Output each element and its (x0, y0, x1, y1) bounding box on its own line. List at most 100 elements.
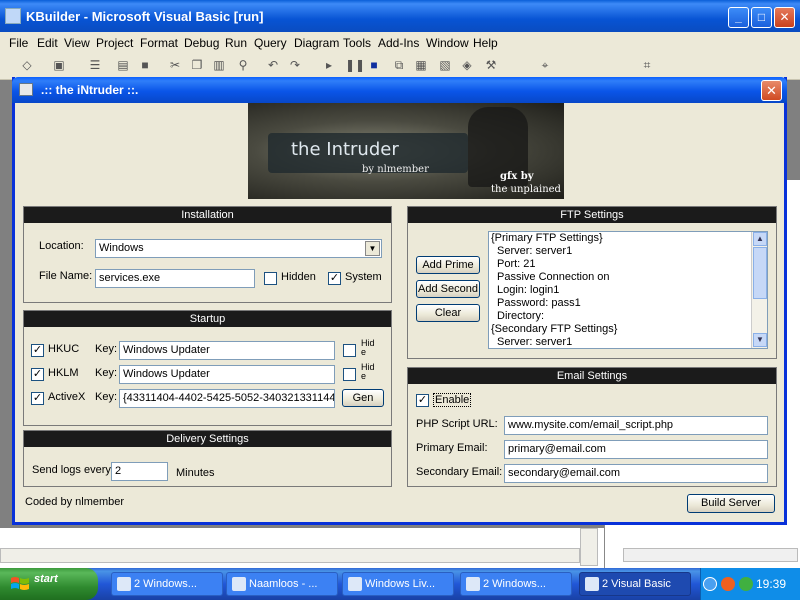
taskbar-item[interactable]: 2 Windows... (111, 572, 223, 596)
menu-window[interactable]: Window (426, 36, 469, 50)
menu-run[interactable]: Run (225, 36, 247, 50)
properties-icon[interactable]: ▦ (414, 58, 428, 72)
project-explorer-icon[interactable]: ⧉ (392, 58, 406, 72)
taskbar-item[interactable]: 2 Windows... (460, 572, 572, 596)
menu-tools[interactable]: Tools (343, 36, 371, 50)
hidden-checkbox[interactable] (264, 272, 277, 285)
ftp-list-scrollbar[interactable]: ▲ ▼ (751, 232, 767, 348)
minimize-icon[interactable]: _ (728, 7, 749, 28)
close-icon[interactable]: ✕ (761, 80, 782, 101)
toolbox-icon[interactable]: ⚒ (484, 58, 498, 72)
messenger-tray-icon[interactable] (739, 577, 753, 591)
undo-icon[interactable]: ↶ (266, 58, 280, 72)
activex-key-field[interactable]: {43311404-4402-5425-5052-340321331144 (119, 389, 335, 408)
scroll-up-icon[interactable]: ▲ (753, 232, 767, 246)
menu-editor-icon[interactable]: ☰ (88, 58, 102, 72)
tray-chevron-icon[interactable] (703, 577, 717, 591)
copy-icon[interactable]: ❐ (190, 58, 204, 72)
menu-format[interactable]: Format (140, 36, 178, 50)
startup-header: Startup (24, 311, 391, 327)
enable-email-checkbox[interactable]: ✓ (416, 394, 429, 407)
gen-button[interactable]: Gen (342, 389, 384, 407)
menu-file[interactable]: File (9, 36, 28, 50)
tray-app-icon[interactable] (721, 577, 735, 591)
open-icon[interactable]: ▤ (116, 58, 130, 72)
menu-view[interactable]: View (64, 36, 90, 50)
php-url-field[interactable]: www.mysite.com/email_script.php (504, 416, 768, 435)
delivery-panel: Delivery Settings Send logs every 2 Minu… (23, 430, 392, 487)
hklm-key-field[interactable]: Windows Updater (119, 365, 335, 384)
object-browser-icon[interactable]: ◈ (460, 58, 474, 72)
hkuc-key-field[interactable]: Windows Updater (119, 341, 335, 360)
maximize-icon[interactable]: □ (751, 7, 772, 28)
list-item: Server: server1 (497, 336, 573, 348)
installation-panel: Installation Location: Windows ▼ File Na… (23, 206, 392, 303)
list-item: {Secondary FTP Settings} (491, 323, 618, 335)
list-item: Server: server1 (497, 245, 573, 257)
redo-icon[interactable]: ↷ (288, 58, 302, 72)
system-label: System (345, 271, 382, 283)
location-combo[interactable]: Windows ▼ (95, 239, 382, 258)
secondary-email-field[interactable]: secondary@email.com (504, 464, 768, 483)
ide-title-bar[interactable]: KBuilder - Microsoft Visual Basic [run] … (0, 0, 800, 32)
ide-code-window-edge (0, 528, 604, 568)
php-url-value: www.mysite.com/email_script.php (508, 419, 674, 431)
code-vscrollbar[interactable] (580, 528, 598, 566)
send-interval-field[interactable]: 2 (111, 462, 168, 481)
build-server-button[interactable]: Build Server (687, 494, 775, 513)
add-project-icon[interactable]: ◇ (20, 58, 34, 72)
ftp-settings-list[interactable]: {Primary FTP Settings} Server: server1 P… (488, 231, 768, 349)
code-hscrollbar[interactable] (0, 548, 580, 563)
location-value: Windows (99, 242, 144, 254)
notepad-icon (232, 577, 246, 591)
hkuc-hide-checkbox[interactable] (343, 344, 356, 357)
form-layout-icon[interactable]: ▧ (438, 58, 452, 72)
find-icon[interactable]: ⚲ (236, 58, 250, 72)
scroll-down-icon[interactable]: ▼ (753, 333, 767, 347)
hkuc-label: HKUC (48, 343, 80, 355)
start-icon[interactable]: ▸ (322, 58, 336, 72)
system-checkbox[interactable]: ✓ (328, 272, 341, 285)
list-item: Password: pass1 (497, 297, 581, 309)
ftp-panel: FTP Settings Add Prime Add Second Clear … (407, 206, 777, 359)
menu-diagram[interactable]: Diagram (294, 36, 339, 50)
hklm-checkbox[interactable]: ✓ (31, 368, 44, 381)
add-second-button[interactable]: Add Second (416, 280, 480, 298)
menu-edit[interactable]: Edit (37, 36, 58, 50)
start-button[interactable]: start (0, 568, 98, 600)
list-item: Port: 21 (497, 258, 536, 270)
save-icon[interactable]: ■ (138, 58, 152, 72)
menu-debug[interactable]: Debug (184, 36, 219, 50)
clear-button[interactable]: Clear (416, 304, 480, 322)
end-icon[interactable]: ■ (367, 58, 381, 72)
hkuc-checkbox[interactable]: ✓ (31, 344, 44, 357)
size-icon: ⌗ (643, 58, 651, 72)
taskbar-item[interactable]: Naamloos - ... (226, 572, 338, 596)
paste-icon[interactable]: ▥ (212, 58, 226, 72)
chevron-down-icon[interactable]: ▼ (365, 241, 380, 256)
hidden-label: Hidden (281, 271, 316, 283)
secondary-email-value: secondary@email.com (508, 467, 621, 479)
add-prime-button[interactable]: Add Prime (416, 256, 480, 274)
scroll-thumb[interactable] (753, 247, 767, 299)
credit-label: Coded by nlmember (25, 496, 125, 508)
hklm-hide-checkbox[interactable] (343, 368, 356, 381)
add-form-icon[interactable]: ▣ (52, 58, 66, 72)
filename-field[interactable]: services.exe (95, 269, 255, 288)
menu-help[interactable]: Help (473, 36, 498, 50)
cut-icon[interactable]: ✂ (168, 58, 182, 72)
menu-project[interactable]: Project (96, 36, 133, 50)
close-icon[interactable]: ✕ (774, 7, 795, 28)
form-icon (19, 83, 33, 96)
dialog-title-bar[interactable]: .:: the iNtruder ::. ✕ (12, 77, 787, 103)
banner-image: the Intruder by nlmember gfx by the unpl… (248, 103, 564, 199)
primary-email-field[interactable]: primary@email.com (504, 440, 768, 459)
dialog-title: .:: the iNtruder ::. (41, 83, 139, 97)
activex-checkbox[interactable]: ✓ (31, 392, 44, 405)
menu-query[interactable]: Query (254, 36, 287, 50)
properties-hscrollbar[interactable] (623, 548, 798, 562)
taskbar-item[interactable]: Windows Liv... (342, 572, 454, 596)
menu-addins[interactable]: Add-Ins (378, 36, 419, 50)
break-icon[interactable]: ❚❚ (345, 58, 365, 72)
taskbar-item-active[interactable]: 2 Visual Basic (579, 572, 691, 596)
